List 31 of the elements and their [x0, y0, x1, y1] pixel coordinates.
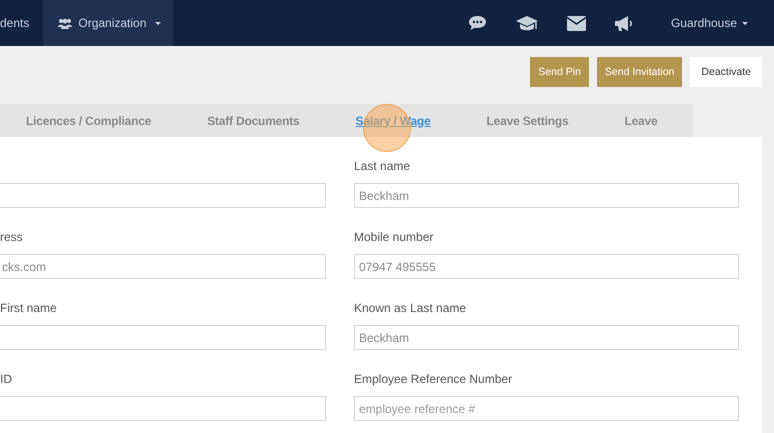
action-button[interactable]: Send Pin	[530, 57, 589, 87]
action-button[interactable]: Send Invitation	[596, 57, 682, 87]
input-field[interactable]: Beckham	[354, 325, 739, 350]
deactivate-button[interactable]: Deactivate	[690, 57, 762, 87]
nav-menu-item[interactable]: dents	[0, 0, 42, 46]
graduation-cap-icon[interactable]	[514, 14, 539, 32]
tab[interactable]: Leave Settings	[486, 114, 568, 128]
envelope-icon[interactable]	[566, 16, 586, 30]
input-field[interactable]: Beckham	[354, 183, 739, 208]
users-icon	[58, 18, 72, 28]
chat-icon[interactable]	[468, 15, 487, 31]
nav-menu-item[interactable]: Organization	[43, 0, 174, 46]
tab[interactable]: Licences / Compliance	[26, 114, 152, 128]
user-menu[interactable]: Guardhouse	[670, 16, 748, 30]
input-field[interactable]: employee reference #	[354, 396, 739, 421]
input-field[interactable]: cks.com	[0, 254, 326, 279]
field-label: First name	[0, 301, 58, 317]
field-label: Known as Last name	[354, 301, 468, 317]
field-label: Employee Reference Number	[354, 372, 514, 388]
field-label: Mobile number	[354, 230, 434, 246]
field-label: Last name	[354, 159, 412, 175]
input-field[interactable]	[0, 183, 326, 208]
tab[interactable]: Staff Documents	[207, 114, 300, 128]
input-field[interactable]	[0, 325, 326, 350]
input-field[interactable]	[0, 396, 326, 421]
megaphone-icon[interactable]	[614, 14, 633, 32]
field-label: ID	[0, 372, 13, 388]
field-label: ress	[0, 230, 24, 246]
tab[interactable]: Leave	[624, 114, 658, 128]
input-field[interactable]: 07947 495555	[354, 254, 739, 279]
caret-icon	[155, 22, 162, 24]
